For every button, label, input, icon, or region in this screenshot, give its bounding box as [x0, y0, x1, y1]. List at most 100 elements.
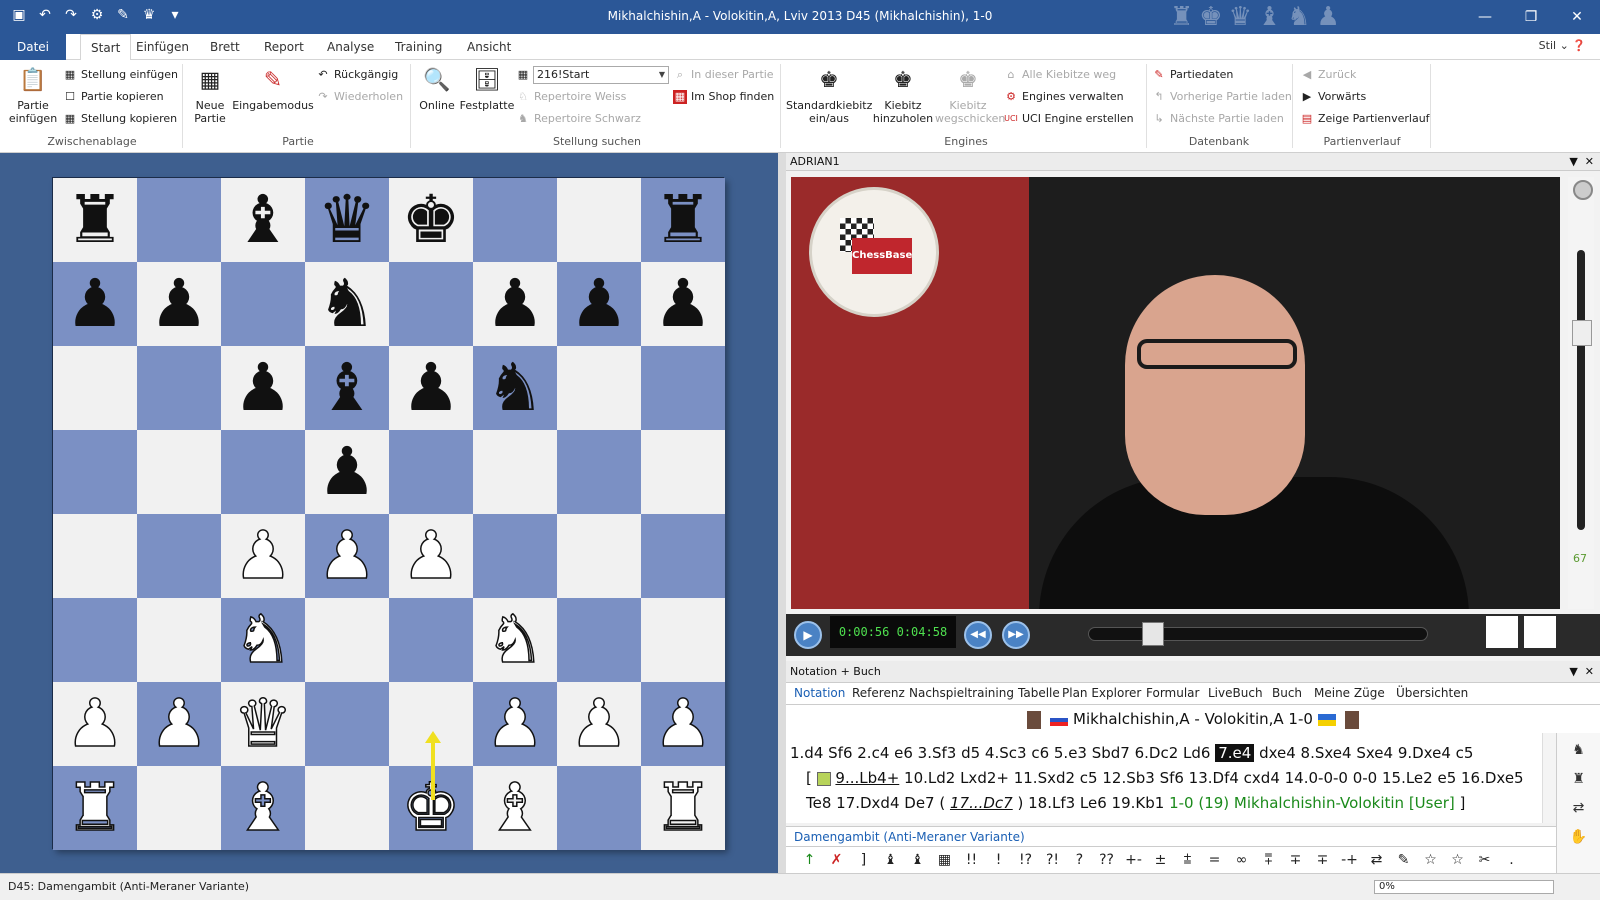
maximize-icon[interactable]: ❐	[1508, 0, 1554, 34]
notation-scrollbar[interactable]	[1542, 733, 1556, 823]
tab-einfuegen[interactable]: Einfügen	[126, 34, 199, 60]
square-e3[interactable]	[389, 598, 473, 682]
black-pawn-icon[interactable]: ♟	[233, 346, 292, 430]
black-queen-icon[interactable]: ♛	[317, 178, 376, 262]
tab-formular[interactable]: Formular	[1146, 686, 1199, 700]
remove-kibitzer-button[interactable]: ♚ Kiebitz wegschicken	[935, 64, 1005, 125]
annotation-symbol-button[interactable]: !	[985, 852, 1012, 868]
square-g2[interactable]: ♟	[557, 682, 641, 766]
tab-analyse[interactable]: Analyse	[317, 34, 384, 60]
video-player[interactable]: ChessBase	[791, 177, 1560, 609]
annotation-symbol-button[interactable]: ☆	[1417, 852, 1444, 868]
square-f8[interactable]	[473, 178, 557, 262]
black-rook-icon[interactable]: ♜	[653, 178, 712, 262]
repertoire-black-button[interactable]: ♞ Repertoire Schwarz	[516, 109, 641, 129]
annotation-symbol-button[interactable]: ?	[1066, 852, 1093, 868]
white-knight-icon[interactable]: ♞	[233, 598, 294, 682]
black-pawn-icon[interactable]: ♟	[317, 430, 376, 514]
video-seek-thumb[interactable]	[1141, 622, 1164, 646]
black-pawn-icon[interactable]: ♟	[485, 262, 544, 346]
tab-uebersichten[interactable]: Übersichten	[1396, 686, 1468, 700]
square-d6[interactable]: ♝	[305, 346, 389, 430]
volume-slider[interactable]	[1577, 250, 1585, 530]
square-g5[interactable]	[557, 430, 641, 514]
annotation-symbol-button[interactable]: ∓	[1282, 852, 1309, 868]
annotation-symbol-button[interactable]: ∓	[1309, 852, 1336, 868]
manage-engines-button[interactable]: ⚙ Engines verwalten	[1004, 87, 1124, 107]
square-h1[interactable]: ♜	[641, 766, 725, 850]
annotation-symbol-button[interactable]: ±	[1147, 852, 1174, 868]
engine-toggle-icon[interactable]: ♞	[1564, 738, 1594, 762]
hand-icon[interactable]: ✋	[1564, 825, 1594, 849]
copy-position-button[interactable]: ▦ Stellung kopieren	[63, 109, 177, 129]
square-b5[interactable]	[137, 430, 221, 514]
square-b1[interactable]	[137, 766, 221, 850]
show-history-button[interactable]: ▤ Zeige Partienverlauf	[1300, 109, 1430, 129]
notation-text[interactable]: 1.d4 Sf6 2.c4 e6 3.Sf3 d5 4.Sc3 c6 5.e3 …	[786, 733, 1542, 823]
square-a7[interactable]: ♟	[53, 262, 137, 346]
white-pawn-icon[interactable]: ♟	[653, 682, 714, 766]
tab-plan-explorer[interactable]: Plan Explorer	[1062, 686, 1141, 700]
black-knight-icon[interactable]: ♞	[485, 346, 544, 430]
white-pawn-icon[interactable]: ♟	[65, 682, 126, 766]
square-e4[interactable]: ♟	[389, 514, 473, 598]
white-pawn-icon[interactable]: ♟	[569, 682, 630, 766]
tab-buch[interactable]: Buch	[1272, 686, 1302, 700]
square-e6[interactable]: ♟	[389, 346, 473, 430]
tab-tabelle[interactable]: Tabelle	[1018, 686, 1060, 700]
square-f6[interactable]: ♞	[473, 346, 557, 430]
tab-livebuch[interactable]: LiveBuch	[1208, 686, 1263, 700]
annotation-symbol-button[interactable]: ✗	[823, 852, 850, 868]
white-pawn-icon[interactable]: ♟	[317, 514, 378, 598]
square-c3[interactable]: ♞	[221, 598, 305, 682]
black-pawn-icon[interactable]: ♟	[569, 262, 628, 346]
square-a4[interactable]	[53, 514, 137, 598]
tab-report[interactable]: Report	[254, 34, 314, 60]
square-b7[interactable]: ♟	[137, 262, 221, 346]
square-b2[interactable]: ♟	[137, 682, 221, 766]
annotation-symbol-button[interactable]: ]	[850, 852, 877, 868]
chevron-down-icon[interactable]: ▼	[1569, 155, 1577, 168]
help-icon[interactable]: ❓	[1572, 39, 1586, 52]
annotation-symbol-button[interactable]: ?!	[1039, 852, 1066, 868]
annotation-symbol-button[interactable]: ??	[1093, 852, 1120, 868]
forward-button[interactable]: ▶ Vorwärts	[1300, 87, 1366, 107]
undo-button[interactable]: ↶ Rückgängig	[316, 65, 398, 85]
repertoire-white-button[interactable]: ♘ Repertoire Weiss	[516, 87, 626, 107]
previous-game-button[interactable]: ↰ Vorherige Partie laden	[1152, 87, 1291, 107]
redo-button[interactable]: ↷ Wiederholen	[316, 87, 403, 107]
black-pawn-icon[interactable]: ♟	[653, 262, 712, 346]
square-d4[interactable]: ♟	[305, 514, 389, 598]
square-c6[interactable]: ♟	[221, 346, 305, 430]
white-knight-icon[interactable]: ♞	[485, 598, 546, 682]
square-d5[interactable]: ♟	[305, 430, 389, 514]
annotation-symbol-button[interactable]: ⇄	[1363, 852, 1390, 868]
copy-game-button[interactable]: ☐ Partie kopieren	[63, 87, 164, 107]
video-seek-track[interactable]	[1088, 627, 1428, 641]
style-menu[interactable]: Stil ⌄ ❓	[1539, 39, 1586, 52]
square-c7[interactable]	[221, 262, 305, 346]
square-a8[interactable]: ♜	[53, 178, 137, 262]
fast-forward-button[interactable]: ▶▶	[1002, 621, 1030, 649]
black-pawn-icon[interactable]: ♟	[149, 262, 208, 346]
square-g8[interactable]	[557, 178, 641, 262]
close-icon[interactable]: ✕	[1585, 665, 1594, 678]
new-game-button[interactable]: ▦ Neue Partie	[188, 64, 232, 125]
square-c2[interactable]: ♛	[221, 682, 305, 766]
annotation-symbol-button[interactable]: ☆	[1444, 852, 1471, 868]
variation-move[interactable]: 9...Lb4+	[835, 769, 899, 787]
annotation-symbol-button[interactable]: ↑	[796, 852, 823, 868]
back-button[interactable]: ◀ Zurück	[1300, 65, 1357, 85]
square-g6[interactable]	[557, 346, 641, 430]
play-button[interactable]: ▶	[794, 621, 822, 649]
tab-ansicht[interactable]: Ansicht	[457, 34, 521, 60]
annotation-symbol-button[interactable]: ⩲	[1174, 852, 1201, 868]
square-b4[interactable]	[137, 514, 221, 598]
square-a3[interactable]	[53, 598, 137, 682]
square-h8[interactable]: ♜	[641, 178, 725, 262]
square-f5[interactable]	[473, 430, 557, 514]
minimize-icon[interactable]: —	[1462, 0, 1508, 34]
square-a5[interactable]	[53, 430, 137, 514]
standard-kibitzer-button[interactable]: ♚ Standardkiebitz ein/aus	[786, 64, 872, 125]
black-knight-icon[interactable]: ♞	[317, 262, 376, 346]
